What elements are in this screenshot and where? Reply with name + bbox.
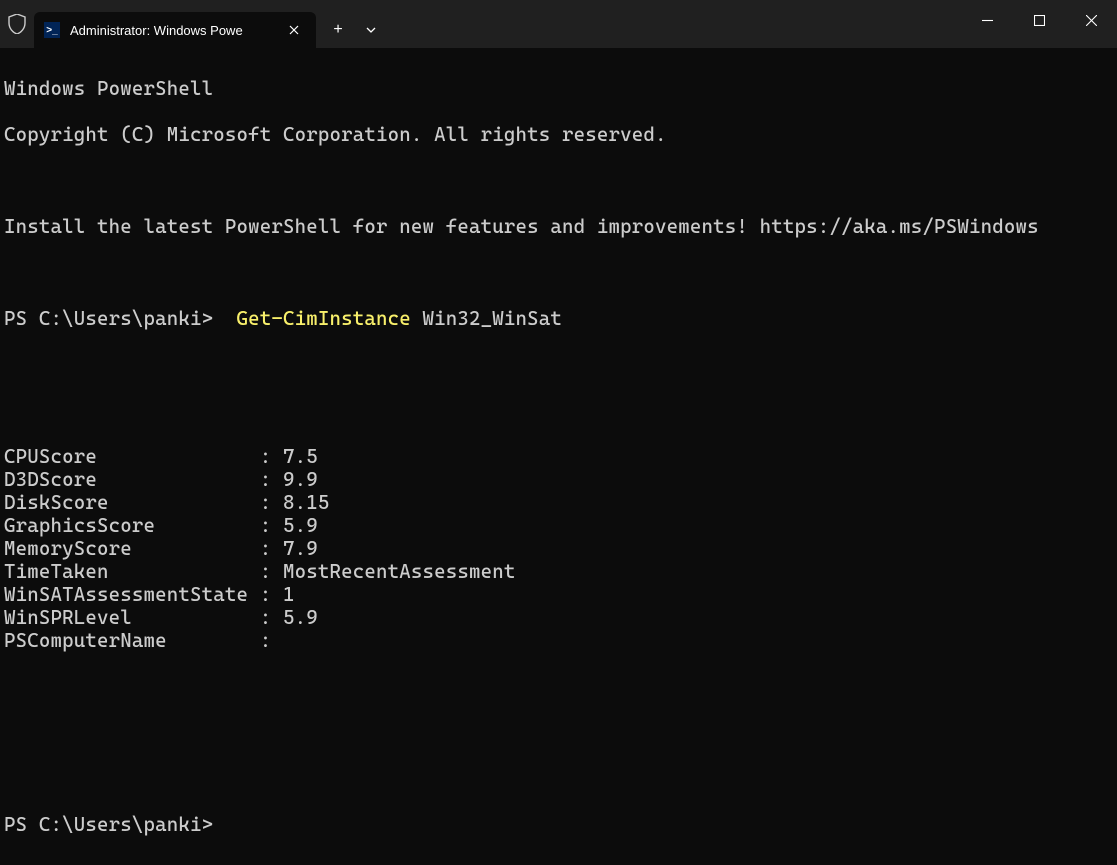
minimize-icon [982, 15, 993, 26]
output-row: CPUScore : 7.5 [4, 445, 1113, 468]
close-icon [1086, 15, 1097, 26]
output-block: CPUScore : 7.5D3DScore : 9.9DiskScore : … [4, 445, 1113, 652]
output-row: TimeTaken : MostRecentAssessment [4, 560, 1113, 583]
blank-line [4, 399, 1113, 422]
tab-title: Administrator: Windows Powe [70, 23, 278, 38]
app-shield-icon [0, 0, 34, 48]
close-window-button[interactable] [1065, 0, 1117, 40]
close-tab-button[interactable] [284, 20, 304, 40]
blank-line [4, 261, 1113, 284]
output-row: WinSPRLevel : 5.9 [4, 606, 1113, 629]
maximize-button[interactable] [1013, 0, 1065, 40]
blank-line [4, 353, 1113, 376]
blank-line [4, 169, 1113, 192]
blank-line [4, 721, 1113, 744]
minimize-button[interactable] [961, 0, 1013, 40]
maximize-icon [1034, 15, 1045, 26]
command-line: PS C:\Users\panki> Get-CimInstance Win32… [4, 307, 1113, 330]
blank-line [4, 767, 1113, 790]
window-controls [961, 0, 1117, 40]
output-row: MemoryScore : 7.9 [4, 537, 1113, 560]
blank-line [4, 675, 1113, 698]
tab-dropdown-button[interactable] [356, 12, 386, 48]
tab-powershell[interactable]: >_ Administrator: Windows Powe [34, 12, 316, 48]
chevron-down-icon [366, 27, 376, 33]
banner-line: Windows PowerShell [4, 77, 1113, 100]
titlebar: >_ Administrator: Windows Powe + [0, 0, 1117, 48]
install-message: Install the latest PowerShell for new fe… [4, 215, 1113, 238]
banner-line: Copyright (C) Microsoft Corporation. All… [4, 123, 1113, 146]
plus-icon: + [333, 22, 342, 38]
new-tab-button[interactable]: + [320, 12, 356, 48]
powershell-icon: >_ [44, 22, 60, 38]
prompt-line: PS C:\Users\panki> [4, 813, 1113, 836]
prompt: PS C:\Users\panki> [4, 307, 237, 330]
output-row: PSComputerName : [4, 629, 1113, 652]
output-row: D3DScore : 9.9 [4, 468, 1113, 491]
cmd-argument: Win32_WinSat [411, 307, 562, 330]
output-row: GraphicsScore : 5.9 [4, 514, 1113, 537]
output-row: DiskScore : 8.15 [4, 491, 1113, 514]
cmdlet: Get-CimInstance [237, 307, 411, 330]
terminal-area[interactable]: Windows PowerShell Copyright (C) Microso… [0, 48, 1117, 865]
